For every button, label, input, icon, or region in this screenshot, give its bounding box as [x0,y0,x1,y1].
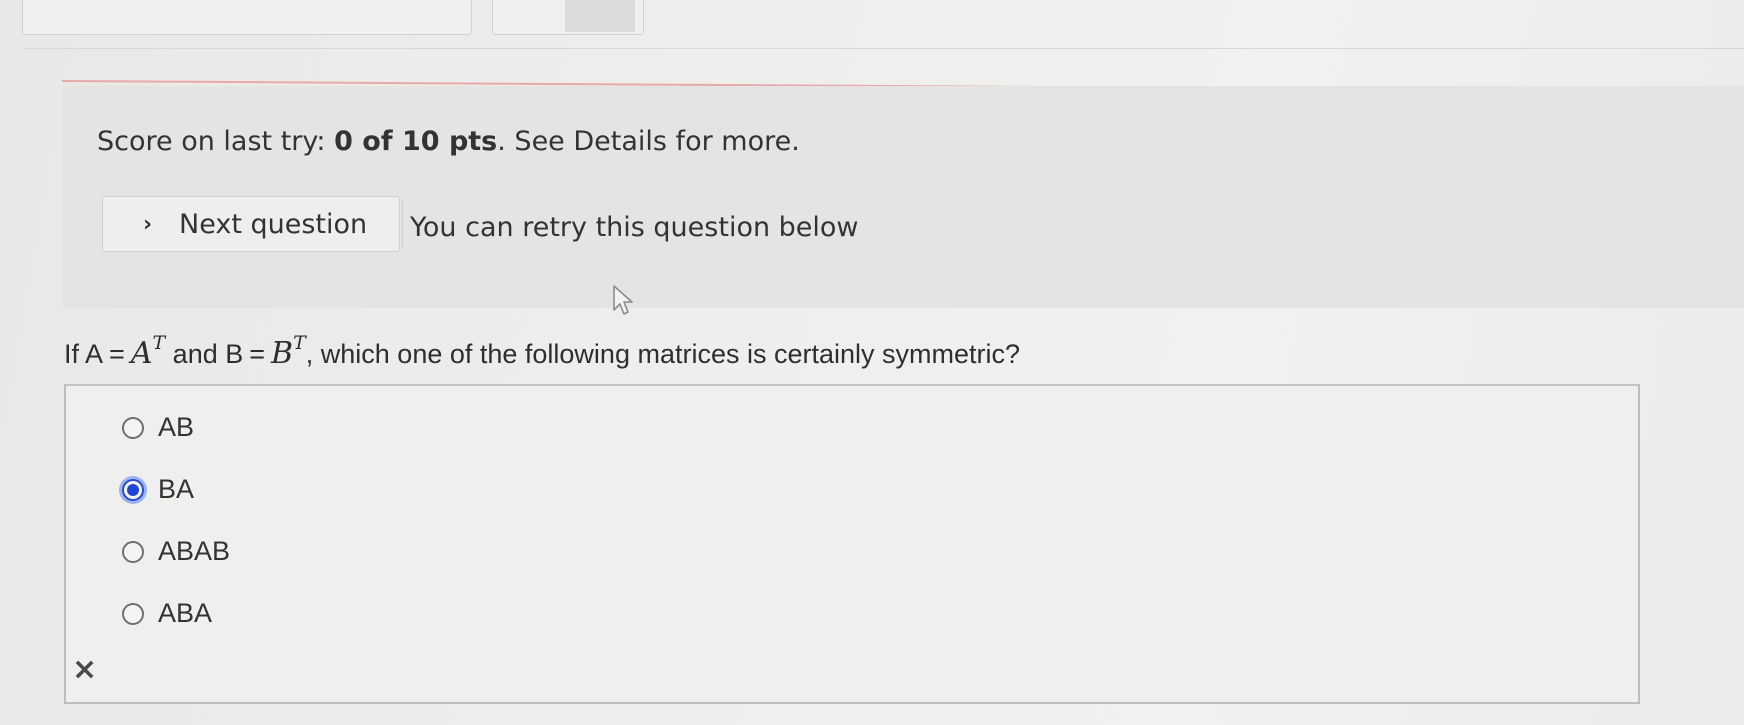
option-ba[interactable]: BA [122,474,194,505]
score-suffix: . See Details for more. [497,126,800,157]
radio-ba[interactable] [122,478,144,501]
chevron-right-icon: › [143,211,153,237]
mouse-pointer-icon [612,284,638,322]
retry-message: You can retry this question below [410,212,859,243]
question-var-a: A [85,339,104,369]
option-label: ABA [158,598,213,628]
option-aba[interactable]: ABA [122,598,212,629]
question-and: and [165,339,226,369]
option-label: ABAB [158,536,231,566]
option-label: BA [158,474,195,504]
question-text: If A = AT and B = BT, which one of the follo… [64,332,1021,371]
score-value: 0 of 10 pts [334,126,498,157]
radio-ab[interactable] [122,416,144,439]
radio-aba[interactable] [122,602,144,625]
next-question-label: Next question [179,208,368,240]
question-eq-1: = [109,339,125,369]
option-label: AB [158,412,195,442]
option-abab[interactable]: ABAB [122,536,230,567]
option-ab[interactable]: AB [122,412,194,443]
answer-box [64,384,1640,704]
top-tab-inner [565,0,635,32]
top-divider [22,48,1744,49]
score-line: Score on last try: 0 of 10 pts. See Deta… [97,126,800,157]
top-tab-left[interactable] [22,0,472,35]
score-prefix: Score on last try: [97,126,335,157]
question-sup-1: T [152,332,166,354]
top-tab-right[interactable] [492,0,644,35]
question-prefix: If [64,339,86,369]
retry-divider [402,200,403,248]
question-math-b: B [271,336,294,371]
question-sup-2: T [293,332,306,354]
question-eq-2: = [249,339,266,369]
next-question-button[interactable]: › Next question [102,196,400,252]
question-var-b: B [225,339,244,369]
question-math-a: A [130,336,153,371]
incorrect-icon: × [72,652,98,687]
question-suffix: , which one of the following matrices is… [305,339,1021,369]
radio-abab[interactable] [122,540,144,563]
